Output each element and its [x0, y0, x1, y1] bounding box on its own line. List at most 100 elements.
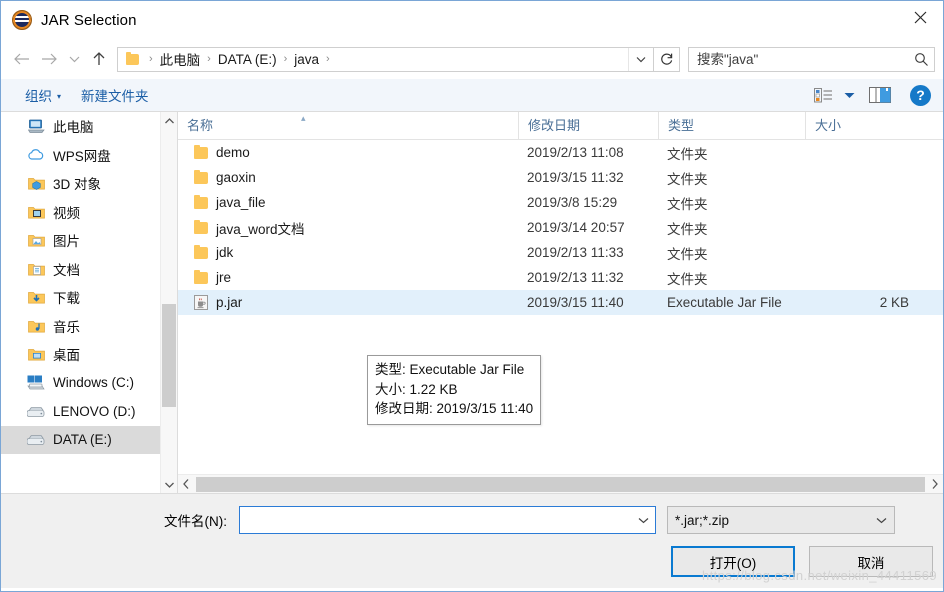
table-row[interactable]: java_word文档 2019/3/14 20:57 文件夹	[178, 215, 943, 240]
sidebar-scrollbar[interactable]	[160, 112, 177, 493]
file-date-cell: 2019/3/15 11:32	[527, 170, 624, 185]
search-icon[interactable]	[908, 52, 934, 67]
file-list-horizontal-scrollbar[interactable]	[178, 474, 943, 493]
address-dropdown-icon[interactable]	[628, 47, 653, 71]
up-icon[interactable]	[85, 45, 113, 73]
chevron-down-icon: ▾	[57, 91, 62, 101]
breadcrumb-item-java[interactable]: java	[291, 52, 322, 67]
cancel-button[interactable]: 取消	[809, 546, 933, 577]
sidebar-item-5[interactable]: 文档	[1, 255, 177, 284]
sidebar-item-1[interactable]: WPS网盘	[1, 141, 177, 170]
open-button[interactable]: 打开(O)	[671, 546, 795, 577]
sidebar-item-10[interactable]: LENOVO (D:)	[1, 397, 177, 426]
view-options-chevron-down-icon[interactable]	[840, 82, 858, 108]
drive-windows-icon	[27, 374, 45, 392]
refresh-icon[interactable]	[654, 46, 680, 72]
close-icon[interactable]	[897, 1, 943, 33]
scroll-left-icon[interactable]	[178, 479, 195, 489]
file-name-cell: jre	[178, 270, 518, 285]
column-header-name-label: 名称	[187, 118, 214, 133]
new-folder-button[interactable]: 新建文件夹	[71, 83, 159, 107]
column-header-type[interactable]: 类型	[658, 112, 805, 139]
sidebar-item-4[interactable]: 图片	[1, 226, 177, 255]
view-options-icon[interactable]	[808, 82, 838, 108]
folder-desktop-icon	[27, 345, 45, 363]
folder-icon	[126, 51, 139, 65]
file-name-cell: java_word文档	[178, 218, 518, 238]
file-type-cell: 文件夹	[667, 271, 708, 287]
folder-icon	[194, 245, 208, 259]
dialog-footer: 文件名(N): *.jar;*.zip 打开(O) 取消 https://blo…	[1, 494, 943, 591]
search-input[interactable]	[689, 50, 908, 68]
recent-locations-icon[interactable]	[63, 45, 85, 73]
filename-input[interactable]	[240, 506, 631, 534]
sidebar-item-label: 视频	[53, 205, 80, 221]
file-date-cell: 2019/2/13 11:33	[527, 245, 624, 260]
back-icon[interactable]	[7, 45, 35, 73]
organize-label: 组织	[25, 89, 52, 104]
sidebar-item-label: 文档	[53, 262, 80, 278]
scroll-right-icon[interactable]	[926, 479, 943, 489]
table-row[interactable]: jre 2019/2/13 11:32 文件夹	[178, 265, 943, 290]
search-box[interactable]	[688, 46, 935, 72]
sidebar-item-label: DATA (E:)	[53, 432, 112, 448]
file-name-cell: gaoxin	[178, 170, 518, 185]
file-name-label: jre	[216, 270, 232, 285]
file-date-cell: 2019/3/8 15:29	[527, 195, 618, 210]
breadcrumb-separator: ›	[326, 53, 330, 65]
file-type-cell: 文件夹	[667, 221, 708, 237]
filename-combobox[interactable]	[239, 506, 656, 534]
scroll-down-icon[interactable]	[161, 476, 177, 493]
file-name-label: p.jar	[216, 295, 243, 310]
toolbar: 组织 ▾ 新建文件夹 ?	[1, 79, 943, 112]
sidebar-item-2[interactable]: 3D 对象	[1, 169, 177, 198]
file-type-filter-combobox[interactable]: *.jar;*.zip	[667, 506, 895, 534]
sidebar-item-6[interactable]: 下载	[1, 283, 177, 312]
sidebar-item-0[interactable]: 此电脑	[1, 112, 177, 141]
column-header-date[interactable]: 修改日期	[518, 112, 658, 139]
sidebar-item-label: WPS网盘	[53, 148, 111, 164]
preview-pane-icon[interactable]	[860, 82, 900, 108]
sidebar-item-9[interactable]: Windows (C:)	[1, 369, 177, 398]
forward-icon[interactable]	[35, 45, 63, 73]
breadcrumb-separator: ›	[149, 53, 153, 65]
file-date-cell: 2019/2/13 11:32	[527, 270, 624, 285]
table-row[interactable]: demo 2019/2/13 11:08 文件夹	[178, 140, 943, 165]
sidebar-scrollbar-thumb[interactable]	[162, 304, 176, 407]
scroll-up-icon[interactable]	[161, 112, 177, 129]
navigation-sidebar: 此电脑 WPS网盘 3D 对象视频图片文档下载 音乐 桌面 Windows (C:) LEN…	[1, 112, 177, 493]
column-header-size[interactable]: 大小	[805, 112, 943, 139]
filename-chevron-down-icon[interactable]	[631, 517, 655, 524]
file-date-cell: 2019/2/13 11:08	[527, 145, 624, 160]
table-row[interactable]: p.jar 2019/3/15 11:40 Executable Jar File 2…	[178, 290, 943, 315]
folder-icon	[194, 145, 208, 159]
file-tooltip: 类型: Executable Jar File 大小: 1.22 KB 修改日期…	[367, 355, 542, 425]
column-headers: 名称 ▴ 修改日期 类型 大小	[178, 112, 943, 140]
table-row[interactable]: java_file 2019/3/8 15:29 文件夹	[178, 190, 943, 215]
breadcrumb-separator: ›	[283, 53, 288, 65]
table-row[interactable]: gaoxin 2019/3/15 11:32 文件夹	[178, 165, 943, 190]
folder-music-icon	[27, 317, 45, 335]
sidebar-item-11[interactable]: DATA (E:)	[1, 425, 177, 454]
horizontal-scrollbar-thumb[interactable]	[196, 476, 925, 492]
sidebar-item-label: LENOVO (D:)	[53, 403, 136, 419]
sidebar-item-3[interactable]: 视频	[1, 198, 177, 227]
sidebar-item-8[interactable]: 桌面	[1, 340, 177, 369]
organize-button[interactable]: 组织 ▾	[15, 83, 71, 107]
sidebar-item-label: 3D 对象	[53, 177, 102, 193]
file-type-filter-value: *.jar;*.zip	[675, 512, 730, 528]
drive-icon	[27, 402, 45, 420]
breadcrumb[interactable]: › 此电脑 › DATA (E:) › java ›	[117, 46, 654, 72]
sort-ascending-icon: ▴	[301, 113, 306, 123]
breadcrumb-item-data-e[interactable]: DATA (E:)	[215, 52, 280, 67]
file-type-filter-chevron-down-icon[interactable]	[868, 517, 894, 524]
breadcrumb-item-this-pc[interactable]: 此电脑	[157, 49, 204, 69]
sidebar-item-7[interactable]: 音乐	[1, 312, 177, 341]
file-name-cell: java_file	[178, 195, 518, 210]
jar-selection-dialog: JAR Selection › 此电脑 › DATA (E:) › java ›	[0, 0, 944, 592]
help-button[interactable]: ?	[910, 84, 931, 106]
column-header-name[interactable]: 名称 ▴	[178, 112, 518, 139]
file-type-cell: Executable Jar File	[667, 295, 782, 310]
window-title: JAR Selection	[41, 11, 137, 29]
table-row[interactable]: jdk 2019/2/13 11:33 文件夹	[178, 240, 943, 265]
